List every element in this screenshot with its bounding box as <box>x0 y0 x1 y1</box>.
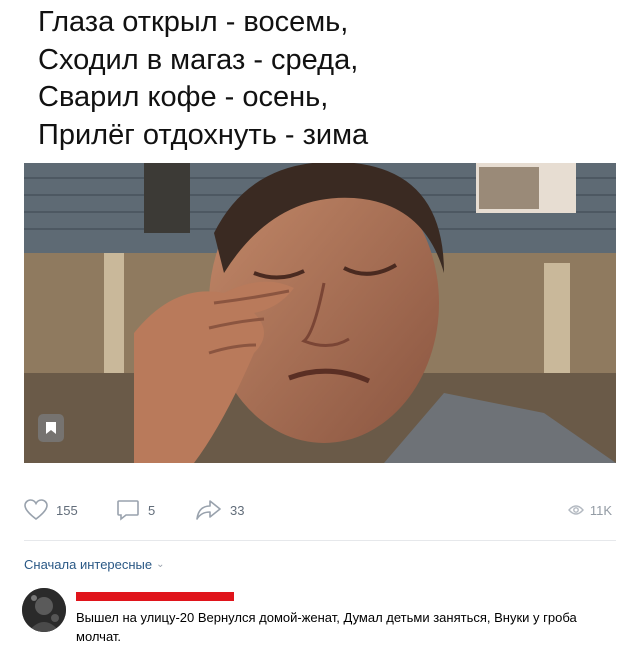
post-photo <box>24 163 616 463</box>
comment-count: 5 <box>148 502 156 518</box>
post-caption: Глаза открыл - восемь, Сходил в магаз - … <box>38 4 598 154</box>
avatar[interactable] <box>22 588 66 632</box>
caption-line: Сходил в магаз - среда, <box>38 43 359 76</box>
like-button[interactable]: 155 <box>24 495 78 525</box>
redacted-username <box>76 592 234 601</box>
eye-icon <box>567 505 584 515</box>
bookmark-icon <box>46 422 56 434</box>
share-count: 33 <box>230 502 245 518</box>
caption-line: Прилёг отдохнуть - зима <box>38 118 369 151</box>
post-image[interactable] <box>24 163 616 463</box>
avatar-image <box>22 588 66 632</box>
bookmark-button[interactable] <box>38 414 64 442</box>
chevron-down-icon: ⌄ <box>156 559 165 570</box>
views-counter: 11K <box>567 495 612 525</box>
sort-label: Сначала интересные <box>24 557 153 572</box>
comment-icon <box>117 500 139 521</box>
share-icon <box>196 500 221 520</box>
comments-sort-dropdown[interactable]: Сначала интересные ⌄ <box>24 557 165 572</box>
comment-button[interactable]: 5 <box>116 495 155 525</box>
heart-icon <box>24 499 48 521</box>
like-count: 155 <box>56 502 78 518</box>
caption-line: Глаза открыл - восемь, <box>38 6 349 38</box>
comment-text: Вышел на улицу-20 Вернулся домой-женат, … <box>76 610 577 644</box>
divider <box>24 540 616 541</box>
share-button[interactable]: 33 <box>196 495 244 525</box>
post-actions: 155 5 33 11K <box>24 495 616 525</box>
view-count: 11K <box>589 502 612 518</box>
caption-line: Сварил кофе - осень, <box>38 81 329 113</box>
